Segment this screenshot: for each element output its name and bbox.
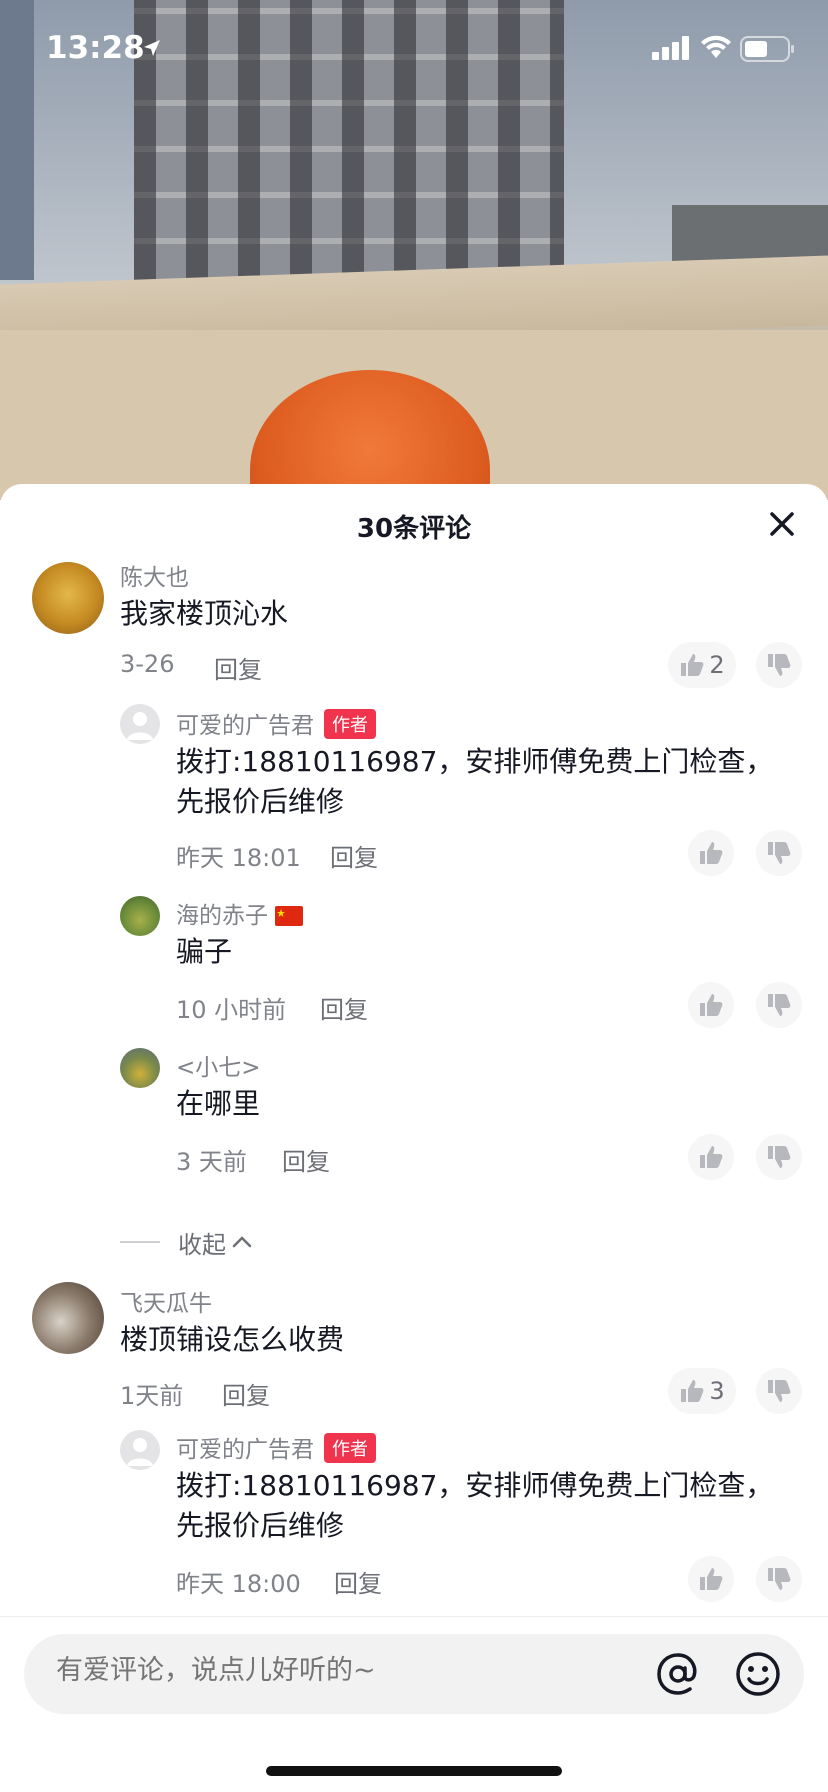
comment-text: 骗子 [176, 935, 233, 968]
collapse-divider [120, 1241, 160, 1243]
comment-date: 昨天 18:00 [176, 1570, 301, 1598]
author-name: 可爱的广告君 [176, 1437, 314, 1463]
comments-sheet: 30条评论 陈大也 我家楼顶沁水 3-26 回复 2 可爱的广告君 作者 拨打:1… [0, 484, 828, 1792]
china-flag-icon [275, 906, 304, 926]
avatar[interactable] [120, 704, 160, 744]
comment-text: 我家楼顶沁水 [120, 597, 289, 630]
like-button[interactable] [688, 1134, 734, 1180]
thumbs-up-icon [700, 994, 723, 1016]
like-button[interactable] [688, 982, 734, 1028]
thumbs-up-icon [681, 1380, 704, 1402]
thumbs-down-icon [768, 1568, 791, 1590]
status-bar: 13:28 [0, 0, 828, 100]
author-name: 可爱的广告君 [176, 713, 314, 739]
dislike-button[interactable] [756, 1134, 802, 1180]
wifi-icon [701, 35, 731, 58]
avatar[interactable] [120, 896, 160, 936]
emoji-icon[interactable] [732, 1648, 784, 1700]
comment-input-bar[interactable] [24, 1634, 804, 1714]
battery-icon [740, 36, 794, 62]
thumbs-down-icon [768, 654, 791, 676]
comment-text-line-1: 拨打:18810116987，安排师傅免费上门检查， [176, 745, 774, 778]
home-indicator[interactable] [266, 1766, 562, 1776]
comment-date: 昨天 18:01 [176, 844, 301, 872]
thumbs-down-icon [768, 994, 791, 1016]
comment-text-line-2: 先报价后维修 [176, 785, 345, 818]
dislike-button[interactable] [756, 830, 802, 876]
reply-button[interactable]: 回复 [334, 1564, 382, 1599]
collapse-replies-button[interactable]: 收起 [120, 1222, 254, 1262]
author-badge: 作者 [324, 709, 376, 739]
comment-text: 楼顶铺设怎么收费 [120, 1323, 345, 1356]
comment-author[interactable]: 海的赤子 [176, 896, 304, 930]
comment-text-line-2: 先报价后维修 [176, 1509, 345, 1542]
thumbs-down-icon [768, 1380, 791, 1402]
comment-text-line-1: 拨打:18810116987，安排师傅免费上门检查， [176, 1469, 774, 1502]
reply-button[interactable]: 回复 [320, 990, 368, 1025]
comments-count-title: 30条评论 [356, 514, 472, 544]
location-arrow-icon [144, 40, 160, 56]
chevron-up-icon [232, 1236, 252, 1248]
collapse-label: 收起 [178, 1230, 226, 1259]
like-count: 2 [709, 651, 725, 679]
reply-button[interactable]: 回复 [282, 1142, 330, 1177]
author-badge: 作者 [324, 1433, 376, 1463]
dislike-button[interactable] [756, 1556, 802, 1602]
reply-button[interactable]: 回复 [222, 1376, 270, 1411]
comment-author[interactable]: 飞天瓜牛 [120, 1284, 212, 1318]
avatar[interactable] [32, 562, 104, 634]
comment-input[interactable] [54, 1654, 618, 1687]
thumbs-up-icon [681, 654, 704, 676]
thumbs-down-icon [768, 842, 791, 864]
like-button[interactable]: 2 [668, 642, 736, 688]
dislike-button[interactable] [756, 982, 802, 1028]
like-button[interactable] [688, 830, 734, 876]
cellular-signal-icon [652, 36, 689, 60]
input-divider [0, 1616, 828, 1617]
comment-date: 10 小时前 [176, 996, 287, 1024]
thumbs-up-icon [700, 1568, 723, 1590]
comment-author[interactable]: 可爱的广告君 作者 [176, 706, 376, 740]
comment-date: 3 天前 [176, 1148, 247, 1176]
status-time: 13:28 [46, 30, 145, 66]
comment-date: 3-26 [120, 650, 175, 678]
avatar[interactable] [32, 1282, 104, 1354]
at-mention-icon[interactable] [652, 1648, 704, 1700]
comment-text: 在哪里 [176, 1087, 261, 1120]
thumbs-up-icon [700, 842, 723, 864]
like-button[interactable]: 3 [668, 1368, 736, 1414]
dislike-button[interactable] [756, 642, 802, 688]
thumbs-up-icon [700, 1146, 723, 1168]
like-button[interactable] [688, 1556, 734, 1602]
avatar[interactable] [120, 1048, 160, 1088]
default-avatar-icon [127, 1438, 153, 1466]
like-count: 3 [709, 1377, 725, 1405]
reply-button[interactable]: 回复 [330, 838, 378, 873]
comment-date: 1天前 [120, 1382, 184, 1410]
dislike-button[interactable] [756, 1368, 802, 1414]
default-avatar-icon [127, 712, 153, 740]
author-name: 海的赤子 [176, 903, 268, 929]
reply-button[interactable]: 回复 [214, 650, 262, 685]
comment-author[interactable]: 可爱的广告君 作者 [176, 1430, 376, 1464]
thumbs-down-icon [768, 1146, 791, 1168]
close-icon[interactable] [764, 506, 800, 542]
avatar[interactable] [120, 1430, 160, 1470]
comment-author[interactable]: 陈大也 [120, 558, 189, 592]
comment-author[interactable]: <小七> [176, 1048, 261, 1082]
